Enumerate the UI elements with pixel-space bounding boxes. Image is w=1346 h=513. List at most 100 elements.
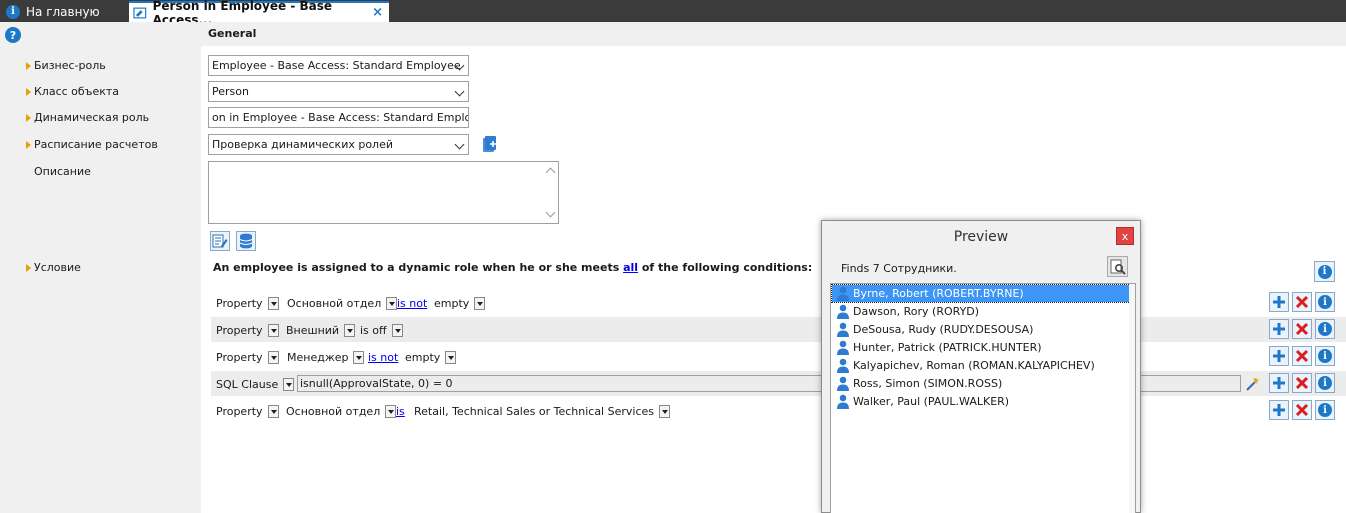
plus-icon bbox=[1273, 377, 1285, 389]
object-class-value: Person bbox=[212, 85, 249, 98]
add-document-icon bbox=[483, 136, 496, 152]
preview-list-item[interactable]: Kalyapichev, Roman (ROMAN.KALYAPICHEV) bbox=[832, 357, 1134, 374]
add-row-button[interactable] bbox=[1269, 319, 1289, 339]
tab-person-in-employee[interactable]: Person in Employee - Base Access... × bbox=[129, 0, 389, 27]
person-icon bbox=[837, 394, 849, 409]
object-class-select[interactable]: Person bbox=[208, 81, 469, 102]
info-icon: i bbox=[1318, 403, 1332, 417]
preview-list-item[interactable]: Walker, Paul (PAUL.WALKER) bbox=[832, 393, 1134, 410]
dynamic-role-label[interactable]: Динамическая роль bbox=[26, 111, 149, 124]
schedule-select[interactable]: Проверка динамических ролей bbox=[208, 134, 469, 155]
object-class-label[interactable]: Класс объекта bbox=[26, 85, 119, 98]
delete-row-button[interactable] bbox=[1292, 400, 1312, 420]
row-operator-select[interactable]: is off bbox=[360, 324, 403, 337]
preview-list-item[interactable]: Dawson, Rory (RORYD) bbox=[832, 303, 1134, 320]
scroll-down-icon[interactable] bbox=[545, 207, 556, 218]
dropdown-icon[interactable] bbox=[267, 405, 279, 418]
plus-icon bbox=[1273, 323, 1285, 335]
add-row-button[interactable] bbox=[1269, 373, 1289, 393]
row-value-select[interactable]: empty bbox=[434, 297, 486, 310]
person-icon bbox=[837, 340, 849, 355]
preview-titlebar[interactable]: Preview x bbox=[822, 221, 1140, 251]
delete-row-button[interactable] bbox=[1292, 373, 1312, 393]
row-actions: i bbox=[1269, 346, 1335, 366]
description-textarea[interactable] bbox=[208, 161, 559, 224]
dropdown-icon[interactable] bbox=[344, 324, 356, 337]
expand-arrow-icon bbox=[26, 263, 31, 272]
row-info-button[interactable]: i bbox=[1315, 400, 1335, 420]
textarea-scrollbar[interactable] bbox=[544, 162, 558, 223]
condition-info-button[interactable]: i bbox=[1314, 261, 1335, 282]
delete-x-icon bbox=[1295, 322, 1309, 336]
row-info-button[interactable]: i bbox=[1315, 346, 1335, 366]
dynamic-role-value: on in Employee - Base Access: Standard E… bbox=[212, 111, 469, 124]
row-type: Property bbox=[216, 405, 263, 418]
business-role-label[interactable]: Бизнес-роль bbox=[26, 59, 106, 72]
delete-row-button[interactable] bbox=[1292, 346, 1312, 366]
add-row-button[interactable] bbox=[1269, 292, 1289, 312]
dropdown-icon[interactable] bbox=[385, 405, 397, 418]
preview-list-item[interactable]: Hunter, Patrick (PATRICK.HUNTER) bbox=[832, 339, 1134, 356]
help-icon[interactable]: ? bbox=[5, 27, 21, 43]
row-value-select[interactable]: empty bbox=[405, 351, 457, 364]
schedule-label[interactable]: Расписание расчетов bbox=[26, 138, 158, 151]
add-schedule-button[interactable] bbox=[480, 135, 500, 155]
condition-label[interactable]: Условие bbox=[26, 261, 81, 274]
dropdown-icon[interactable] bbox=[283, 378, 295, 391]
magic-wand-icon[interactable] bbox=[1245, 376, 1261, 392]
row-operator-link[interactable]: is bbox=[396, 405, 405, 418]
dropdown-icon[interactable] bbox=[353, 351, 365, 364]
dropdown-icon[interactable] bbox=[267, 324, 279, 337]
row-property-select[interactable]: Менеджер bbox=[287, 351, 365, 364]
row-info-button[interactable]: i bbox=[1315, 292, 1335, 312]
edit-text-button[interactable] bbox=[210, 231, 230, 251]
delete-row-button[interactable] bbox=[1292, 319, 1312, 339]
row-property-select[interactable]: Внешний bbox=[286, 324, 356, 337]
preview-list-item[interactable]: DeSousa, Rudy (RUDY.DESOUSA) bbox=[832, 321, 1134, 338]
database-button[interactable] bbox=[236, 231, 256, 251]
dropdown-icon[interactable] bbox=[474, 297, 486, 310]
dropdown-icon[interactable] bbox=[386, 297, 398, 310]
delete-x-icon bbox=[1295, 349, 1309, 363]
business-role-select[interactable]: Employee - Base Access: Standard Employe… bbox=[208, 55, 469, 76]
preview-list-item[interactable]: Byrne, Robert (ROBERT.BYRNE) bbox=[831, 284, 1135, 303]
tab-home[interactable]: i На главную bbox=[0, 1, 128, 22]
row-type-select[interactable]: Property bbox=[216, 297, 279, 310]
row-property: Менеджер bbox=[287, 351, 349, 364]
condition-row: Property Менеджер is not empty i bbox=[211, 344, 1346, 369]
delete-row-button[interactable] bbox=[1292, 292, 1312, 312]
row-type-select[interactable]: SQL Clause bbox=[216, 378, 295, 391]
add-row-button[interactable] bbox=[1269, 400, 1289, 420]
preview-result-list[interactable]: Byrne, Robert (ROBERT.BYRNE) Dawson, Rory… bbox=[830, 283, 1136, 513]
delete-x-icon bbox=[1295, 376, 1309, 390]
info-icon: i bbox=[1318, 322, 1332, 336]
preview-list-item[interactable]: Ross, Simon (SIMON.ROSS) bbox=[832, 375, 1134, 392]
database-icon bbox=[239, 233, 253, 249]
row-info-button[interactable]: i bbox=[1315, 373, 1335, 393]
add-row-button[interactable] bbox=[1269, 346, 1289, 366]
row-type-select[interactable]: Property bbox=[216, 351, 279, 364]
row-operator-link[interactable]: is not bbox=[368, 351, 398, 364]
dropdown-icon[interactable] bbox=[659, 405, 670, 418]
dropdown-icon[interactable] bbox=[445, 351, 457, 364]
preview-close-button[interactable]: x bbox=[1116, 227, 1134, 245]
preview-search-button[interactable] bbox=[1107, 256, 1128, 277]
row-value-select[interactable]: Retail, Technical Sales or Technical Ser… bbox=[414, 405, 670, 418]
dropdown-icon[interactable] bbox=[267, 351, 279, 364]
row-operator-link[interactable]: is not bbox=[397, 297, 427, 310]
close-icon[interactable]: × bbox=[372, 5, 383, 20]
row-property-select[interactable]: Основной отдел bbox=[286, 405, 397, 418]
row-info-button[interactable]: i bbox=[1315, 319, 1335, 339]
dropdown-icon[interactable] bbox=[391, 324, 403, 337]
dropdown-icon[interactable] bbox=[267, 297, 279, 310]
dynamic-role-field[interactable]: on in Employee - Base Access: Standard E… bbox=[208, 107, 469, 128]
row-property-select[interactable]: Основной отдел bbox=[287, 297, 398, 310]
row-type-select[interactable]: Property bbox=[216, 405, 279, 418]
person-icon bbox=[837, 358, 849, 373]
scroll-up-icon[interactable] bbox=[545, 167, 556, 178]
row-property: Основной отдел bbox=[287, 297, 382, 310]
preview-item-label: DeSousa, Rudy (RUDY.DESOUSA) bbox=[853, 323, 1034, 336]
row-type-select[interactable]: Property bbox=[216, 324, 279, 337]
all-link[interactable]: all bbox=[623, 261, 638, 274]
preview-scrollbar[interactable] bbox=[1129, 284, 1135, 513]
